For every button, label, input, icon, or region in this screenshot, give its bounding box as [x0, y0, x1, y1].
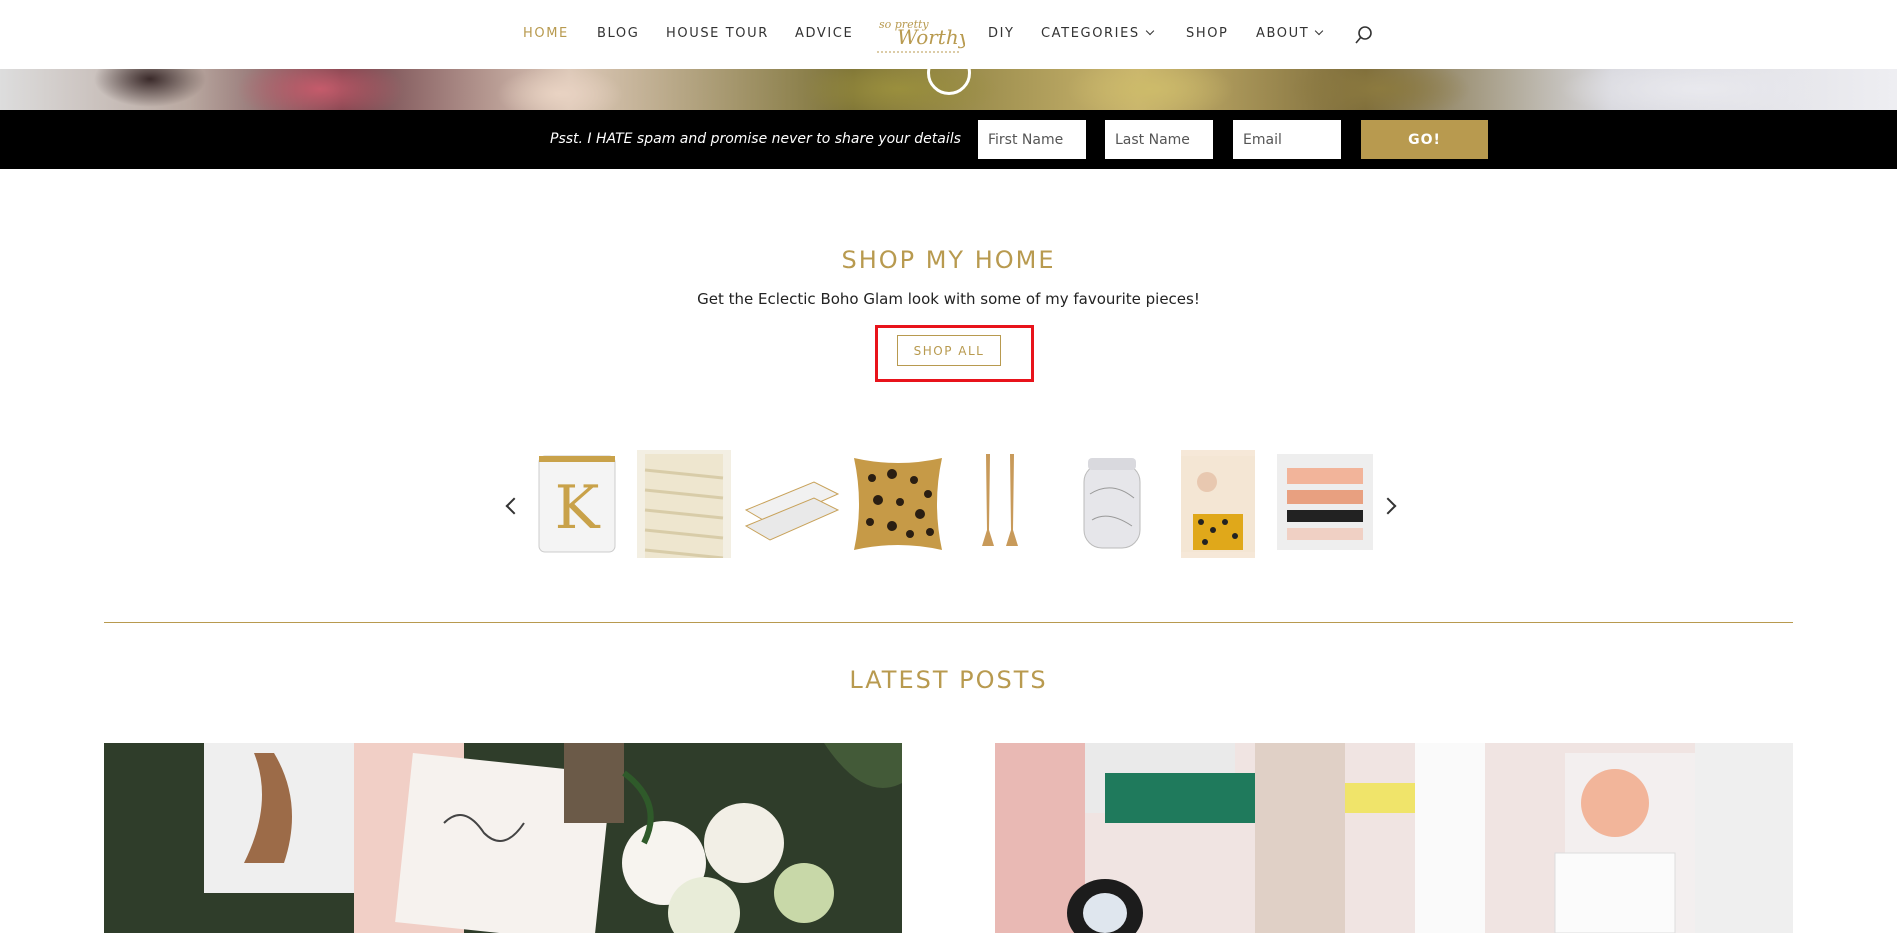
shop-title: SHOP MY HOME: [841, 246, 1056, 274]
chevron-down-icon: [1315, 26, 1324, 36]
section-divider: [104, 622, 1793, 623]
monogram-glass-icon: K: [538, 455, 616, 553]
product-item[interactable]: K: [537, 450, 617, 558]
subscribe-button[interactable]: GO!: [1361, 120, 1488, 159]
nav-blog[interactable]: BLOG: [597, 26, 639, 41]
svg-text:K: K: [555, 473, 601, 543]
play-circle-icon: [927, 69, 971, 95]
newsletter-bar: Psst. I HATE spam and promise never to s…: [0, 110, 1897, 169]
post-thumbnail[interactable]: [995, 743, 1793, 933]
chevron-down-icon: [1145, 26, 1155, 36]
woven-rug-icon: [644, 454, 724, 558]
newsletter-text: Psst. I HATE spam and promise never to s…: [550, 131, 961, 147]
email-field[interactable]: Email: [1233, 120, 1341, 159]
hero-image: [0, 69, 1897, 110]
carousel-next-icon[interactable]: [1379, 497, 1397, 515]
marble-jar-icon: [1083, 458, 1141, 549]
search-icon[interactable]: [1355, 26, 1373, 44]
post-thumbnail[interactable]: [104, 743, 902, 933]
nav-house-tour[interactable]: HOUSE TOUR: [666, 26, 769, 41]
room-photo-image: [995, 743, 1793, 933]
nav-categories-label: CATEGORIES: [1041, 26, 1140, 41]
product-item[interactable]: [1078, 450, 1146, 558]
product-item[interactable]: [1181, 450, 1255, 558]
shop-all-highlight-box: [875, 325, 1034, 382]
candlesticks-icon: [982, 454, 1018, 546]
nav-shop[interactable]: SHOP: [1186, 26, 1229, 41]
product-item[interactable]: [637, 450, 731, 558]
site-logo[interactable]: so pretty Worthy: [873, 12, 971, 58]
logo-text-main: Worthy: [897, 25, 965, 49]
nav-advice[interactable]: ADVICE: [795, 26, 853, 41]
nav-home[interactable]: HOME: [523, 26, 569, 41]
moodboard-image: [104, 743, 902, 933]
product-item[interactable]: [966, 450, 1036, 558]
site-header: HOME BLOG HOUSE TOUR ADVICE so pretty Wo…: [0, 0, 1897, 69]
nav-diy[interactable]: DIY: [988, 26, 1015, 41]
last-name-field[interactable]: Last Name: [1105, 120, 1213, 159]
nav-about[interactable]: ABOUT: [1256, 26, 1324, 41]
fashion-print-icon: [1181, 456, 1255, 552]
product-item[interactable]: [742, 450, 842, 558]
stapler-icon: [744, 481, 840, 541]
leopard-pillow-icon: [854, 458, 942, 550]
art-pillow-icon: [1277, 454, 1373, 550]
carousel-prev-icon[interactable]: [505, 497, 523, 515]
first-name-field[interactable]: First Name: [978, 120, 1086, 159]
product-item[interactable]: [1275, 450, 1375, 558]
nav-about-label: ABOUT: [1256, 26, 1310, 41]
product-item[interactable]: [848, 450, 948, 558]
latest-posts-title: LATEST POSTS: [849, 666, 1048, 694]
shop-subtitle: Get the Eclectic Boho Glam look with som…: [697, 290, 1200, 308]
nav-categories[interactable]: CATEGORIES: [1041, 26, 1155, 41]
